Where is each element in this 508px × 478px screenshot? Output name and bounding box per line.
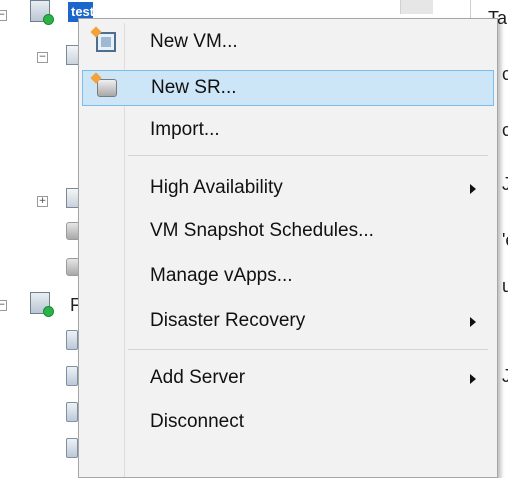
menu-item-high-availability[interactable]: High Availability bbox=[82, 171, 494, 207]
pane-text-fragment: ui bbox=[502, 276, 508, 296]
pane-text-fragment: Jc bbox=[502, 174, 508, 194]
menu-item-add-server[interactable]: Add Server bbox=[82, 361, 494, 397]
menu-separator bbox=[128, 155, 488, 156]
vm-icon bbox=[66, 402, 78, 422]
vm-icon bbox=[66, 366, 78, 386]
menu-item-label: Add Server bbox=[150, 367, 246, 388]
menu-item-label: New VM... bbox=[150, 31, 238, 52]
menu-item-disconnect[interactable]: Disconnect bbox=[82, 405, 494, 441]
vm-icon bbox=[66, 438, 78, 458]
menu-item-new-sr[interactable]: New SR... bbox=[82, 70, 494, 106]
menu-item-new-vm[interactable]: New VM... bbox=[82, 25, 494, 61]
tree-expander-host[interactable]: − bbox=[37, 52, 48, 63]
menu-item-manage-vapps[interactable]: Manage vApps... bbox=[82, 259, 494, 295]
resource-tree: − test − + − F bbox=[0, 0, 93, 459]
pane-text-fragment: c bbox=[502, 120, 508, 140]
vm-icon bbox=[66, 330, 78, 350]
menu-item-label: VM Snapshot Schedules... bbox=[150, 220, 374, 241]
pool-icon bbox=[30, 292, 54, 317]
submenu-arrow-icon bbox=[470, 184, 476, 194]
pane-text-fragment: J bbox=[502, 366, 508, 386]
pane-text-fragment: c bbox=[502, 64, 508, 84]
new-sr-icon bbox=[97, 79, 117, 97]
tree-expander-pool-2[interactable]: − bbox=[0, 300, 7, 311]
submenu-arrow-icon bbox=[470, 374, 476, 384]
menu-item-label: New SR... bbox=[151, 77, 237, 98]
new-vm-icon bbox=[96, 32, 116, 52]
menu-item-label: Disaster Recovery bbox=[150, 310, 306, 331]
pane-text-fragment: 'e bbox=[502, 230, 508, 250]
menu-item-label: Import... bbox=[150, 119, 220, 140]
context-menu: New VM... New SR... Import... High Avail… bbox=[78, 18, 498, 478]
menu-item-label: Disconnect bbox=[150, 411, 244, 432]
submenu-arrow-icon bbox=[470, 317, 476, 327]
menu-item-label: Manage vApps... bbox=[150, 265, 293, 286]
menu-separator bbox=[128, 349, 488, 350]
scrollbar-stub[interactable] bbox=[400, 0, 433, 14]
tree-expander-host-2[interactable]: + bbox=[37, 196, 48, 207]
pool-icon bbox=[30, 0, 54, 25]
menu-item-vm-snapshot-schedules[interactable]: VM Snapshot Schedules... bbox=[82, 214, 494, 250]
menu-item-import[interactable]: Import... bbox=[82, 113, 494, 149]
tree-expander-pool[interactable]: − bbox=[0, 10, 7, 21]
menu-item-disaster-recovery[interactable]: Disaster Recovery bbox=[82, 304, 494, 340]
menu-item-label: High Availability bbox=[150, 177, 283, 198]
